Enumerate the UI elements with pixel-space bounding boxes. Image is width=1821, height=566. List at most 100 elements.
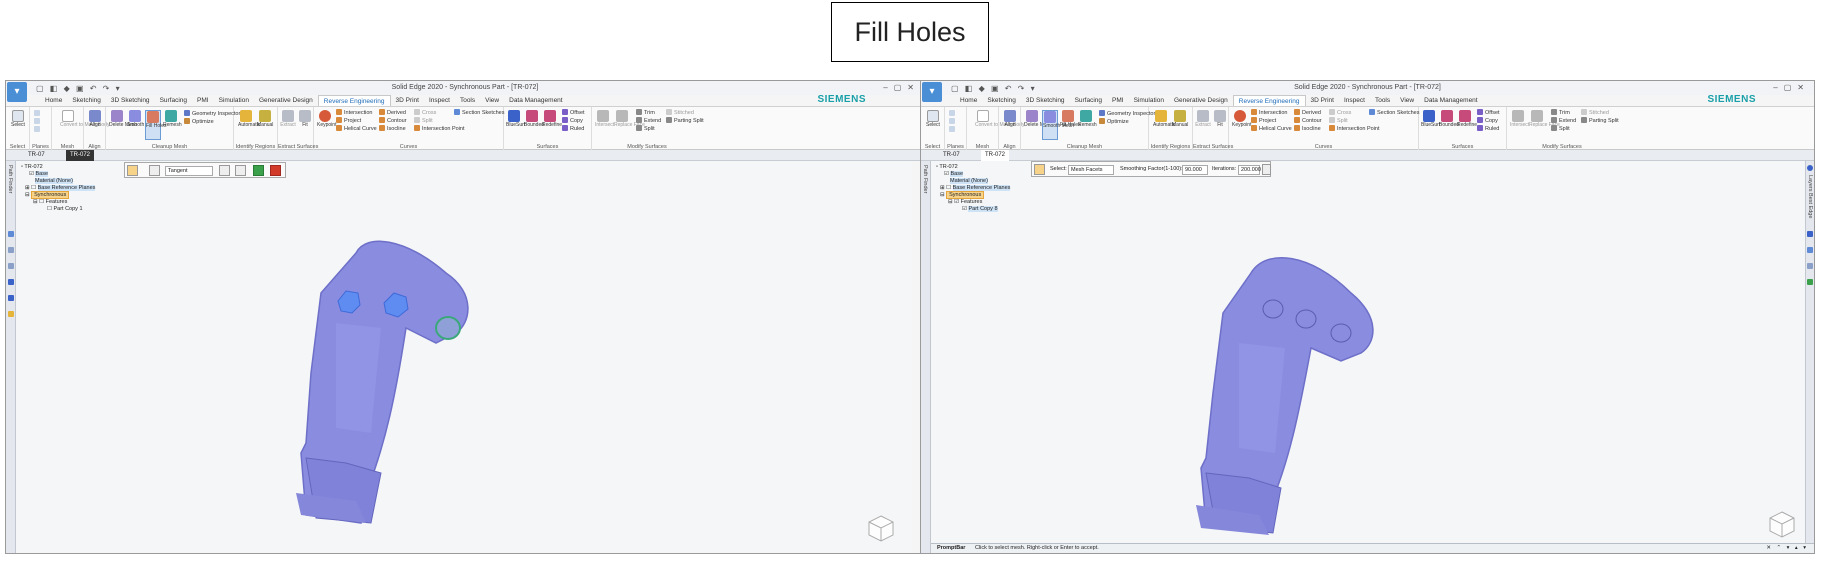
panel-icon[interactable] (1807, 247, 1813, 253)
fit-button[interactable]: Fit (297, 110, 313, 129)
tab-inspect[interactable]: Inspect (1339, 95, 1370, 106)
tree-item-synchronous[interactable]: ⊟ Synchronous (21, 191, 95, 199)
geometry-inspector-button[interactable]: Geometry Inspector (1099, 110, 1155, 118)
panel-icon[interactable] (8, 295, 14, 301)
remesh-button[interactable]: Remesh (1078, 110, 1097, 129)
offset-button[interactable]: Offset (1477, 109, 1500, 117)
manual-button[interactable]: Manual (1172, 110, 1188, 129)
convert-to-mesh-body-button[interactable]: Convert to Mesh Body (975, 110, 1024, 129)
panel-icon[interactable] (8, 231, 14, 237)
optimize-button[interactable]: Optimize (1099, 118, 1129, 126)
panel-icon[interactable] (8, 247, 14, 253)
project-button[interactable]: Project (336, 117, 361, 125)
tree-item-root[interactable]: ▫ TR-072 (936, 164, 1010, 171)
window-controls[interactable]: –▢✕ (883, 81, 920, 95)
tab-data-management[interactable]: Data Management (1419, 95, 1482, 106)
trim-button[interactable]: Trim (1551, 109, 1570, 117)
tab-surfacing[interactable]: Surfacing (155, 95, 192, 106)
view-cube[interactable] (1767, 509, 1797, 539)
layers-tab[interactable]: Layers Best Edge (1807, 175, 1813, 218)
tab-tools[interactable]: Tools (1370, 95, 1395, 106)
tab-reverse-engineering[interactable]: Reverse Engineering (317, 95, 391, 106)
doc-tab-tr-072[interactable]: TR-072 (981, 150, 1010, 161)
isocline-button[interactable]: Isocline (379, 125, 406, 133)
contour-button[interactable]: Contour (379, 117, 407, 125)
fit-button[interactable]: Fit (1212, 110, 1228, 129)
options-icon[interactable] (149, 165, 160, 176)
graphics-window[interactable]: ▫ TR-072 ☑ Base Material (None) ⊞ ☐ Base… (16, 161, 912, 553)
select-dropdown[interactable]: Mesh Facets (1068, 165, 1114, 175)
help-icon[interactable] (1807, 165, 1813, 171)
automatic-button[interactable]: Automatic (238, 110, 260, 129)
extend-button[interactable]: Extend (636, 117, 661, 125)
split-surface-button[interactable]: Split (1551, 125, 1570, 133)
path-finder-tab[interactable]: Path Finder (922, 165, 928, 193)
tree-item-part-copy[interactable]: ☑ Part Copy 8 (936, 206, 1010, 213)
close-icon[interactable] (1262, 164, 1271, 175)
tree-item-material[interactable]: Material (None) (21, 178, 95, 185)
fill-holes-cmd-icon[interactable] (127, 165, 138, 176)
split-surface-button[interactable]: Split (636, 125, 655, 133)
redefine-button[interactable]: Redefine (542, 110, 562, 129)
tab-pmi[interactable]: PMI (1107, 95, 1129, 106)
parting-split-button[interactable]: Parting Split (666, 117, 704, 125)
tab-sketching[interactable]: Sketching (982, 95, 1021, 106)
bounded-button[interactable]: Bounded (524, 110, 544, 129)
intersection-button[interactable]: Intersection (1251, 109, 1287, 117)
tree-item-synchronous[interactable]: ⊟ Synchronous (936, 191, 1010, 199)
doc-tab-tr-07[interactable]: TR-07 (24, 150, 49, 161)
intersect-button[interactable]: Intersect (595, 110, 614, 129)
smooth-mesh-button[interactable]: Smooth Mesh (127, 110, 158, 129)
manual-button[interactable]: Manual (257, 110, 273, 129)
isocline-button[interactable]: Isocline (1294, 125, 1321, 133)
window-controls[interactable]: –▢✕ (1773, 81, 1810, 95)
extract-button[interactable]: Extract (280, 110, 296, 129)
helical-curve-button[interactable]: Helical Curve (1251, 125, 1292, 133)
keypoint-button[interactable]: Keypoint (1232, 110, 1251, 129)
tab-reverse-engineering[interactable]: Reverse Engineering (1232, 95, 1306, 106)
panel-icon[interactable] (8, 263, 14, 269)
fill-holes-button[interactable]: Fill Holes (145, 110, 167, 140)
bounded-button[interactable]: Bounded (1439, 110, 1459, 129)
tab-tools[interactable]: Tools (455, 95, 480, 106)
doc-tab-tr-072[interactable]: TR-072 (66, 150, 95, 161)
iterations-input[interactable]: 200.000 (1238, 165, 1261, 175)
tab-inspect[interactable]: Inspect (424, 95, 455, 106)
tab-3d-sketching[interactable]: 3D Sketching (106, 95, 155, 106)
tab-view[interactable]: View (480, 95, 504, 106)
panel-icon[interactable] (1807, 231, 1813, 237)
view-cube[interactable] (866, 513, 896, 543)
intersection-point-button[interactable]: Intersection Point (414, 125, 465, 133)
extend-button[interactable]: Extend (1551, 117, 1576, 125)
align-button[interactable]: Align (87, 110, 103, 129)
copy-button[interactable]: Copy (1477, 117, 1498, 125)
select-button[interactable]: Select (925, 110, 941, 129)
doc-tab-tr-07[interactable]: TR-07 (939, 150, 964, 161)
smooth-mesh-button[interactable]: Smooth Mesh (1042, 110, 1074, 140)
tab-simulation[interactable]: Simulation (214, 95, 254, 106)
selected-hole[interactable] (435, 316, 461, 340)
contour-button[interactable]: Contour (1294, 117, 1322, 125)
copy-button[interactable]: Copy (562, 117, 583, 125)
replace-face-button[interactable]: Replace Face (1529, 110, 1560, 129)
stitched-button[interactable]: Stitched (666, 109, 694, 117)
split-curve-button[interactable]: Split (1329, 117, 1348, 125)
tab-surfacing[interactable]: Surfacing (1070, 95, 1107, 106)
convert-to-mesh-body-button[interactable]: Convert to Mesh Body (60, 110, 109, 129)
tab-generative-design[interactable]: Generative Design (1169, 95, 1233, 106)
planes-tools[interactable] (949, 110, 957, 134)
tree-item-part-copy[interactable]: ☐ Part Copy 1 (21, 206, 95, 213)
derived-button[interactable]: Derived (379, 109, 406, 117)
panel-icon[interactable] (8, 279, 14, 285)
select-holes-icon[interactable] (219, 165, 230, 176)
stitched-button[interactable]: Stitched (1581, 109, 1609, 117)
remesh-button[interactable]: Remesh (163, 110, 182, 129)
tab-view[interactable]: View (1395, 95, 1419, 106)
section-sketches-button[interactable]: Section Sketches (454, 109, 505, 117)
panel-icon[interactable] (8, 311, 14, 317)
smooth-mesh-cmd-icon[interactable] (1034, 164, 1045, 175)
intersection-point-button[interactable]: Intersection Point (1329, 125, 1380, 133)
tab-home[interactable]: Home (40, 95, 67, 106)
panel-icon[interactable] (1807, 279, 1813, 285)
intersection-button[interactable]: Intersection (336, 109, 372, 117)
